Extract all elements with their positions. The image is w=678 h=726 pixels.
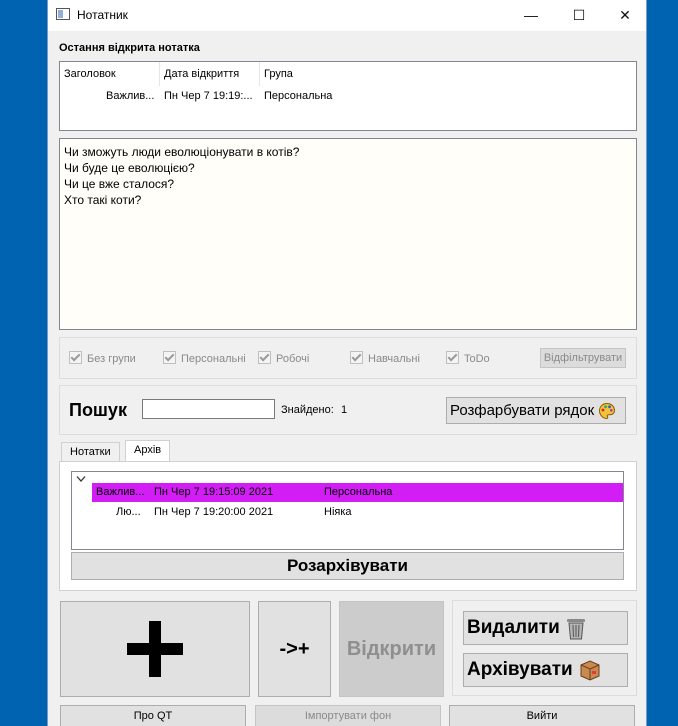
close-button[interactable]: ✕ (602, 0, 646, 31)
notepad-window: Нотатник — ☐ ✕ Остання відкрита нотатка За… (47, 0, 647, 726)
maximize-button[interactable]: ☐ (556, 0, 602, 31)
checkbox-check-icon (163, 351, 176, 364)
checkbox-work[interactable]: Робочі (258, 351, 309, 365)
archive-tab-panel: Важлив... Пн Чер 7 19:15:09 2021 Персона… (59, 461, 637, 591)
checkbox-study[interactable]: Навчальні (350, 351, 420, 365)
group-filter-panel: Без групи Персональні Робочі Навчальні T… (59, 337, 637, 379)
search-label: Пошук (69, 400, 127, 420)
archive-group-cell: Персональна (324, 486, 393, 498)
recent-date-cell[interactable]: Пн Чер 7 19:19:... (164, 88, 253, 104)
checkbox-check-icon (69, 351, 82, 364)
editor-line: Чи це вже сталося? (64, 177, 175, 191)
column-header-group[interactable]: Група (260, 62, 636, 86)
color-row-button[interactable]: Розфарбувати рядок (446, 397, 626, 424)
archive-title-cell: Важлив... (96, 486, 145, 498)
column-header-date[interactable]: Дата відкриття (160, 62, 260, 86)
recent-note-label: Остання відкрита нотатка (59, 42, 200, 54)
archive-tree[interactable]: Важлив... Пн Чер 7 19:15:09 2021 Персона… (71, 471, 624, 550)
found-count: 1 (341, 404, 348, 416)
recent-note-table[interactable]: Заголовок Дата відкриття Група Важлив...… (59, 61, 637, 131)
open-button[interactable]: Відкрити (339, 601, 444, 697)
tab-archive[interactable]: Архів (125, 440, 171, 462)
editor-line: Чи буде це еволюцією? (64, 161, 195, 175)
note-actions-panel: Видалити Архівувати (452, 600, 637, 696)
found-label: Знайдено: (281, 404, 334, 416)
filter-button[interactable]: Відфільтрувати (540, 348, 626, 368)
note-text-editor[interactable]: Чи зможуть люди еволюціонувати в котів? … (59, 138, 637, 330)
editor-line: Хто такі коти? (64, 193, 142, 207)
search-panel: Пошук Знайдено: 1 Розфарбувати рядок (59, 385, 637, 435)
window-title: Нотатник (77, 8, 128, 22)
app-window-icon (56, 8, 70, 20)
box-icon (580, 660, 600, 681)
add-to-button[interactable]: ->+ (258, 601, 331, 697)
delete-button[interactable]: Видалити (463, 611, 628, 645)
tab-notes[interactable]: Нотатки (61, 442, 120, 461)
archive-date-cell: Пн Чер 7 19:20:00 2021 (154, 506, 274, 518)
archive-date-cell: Пн Чер 7 19:15:09 2021 (154, 486, 274, 498)
exit-button[interactable]: Вийти (449, 705, 635, 726)
column-header-title[interactable]: Заголовок (60, 62, 160, 86)
checkbox-todo[interactable]: ToDo (446, 351, 490, 365)
checkbox-check-icon (446, 351, 459, 364)
checkbox-no-group[interactable]: Без групи (69, 351, 136, 365)
palette-icon (599, 403, 616, 420)
title-bar[interactable]: Нотатник — ☐ ✕ (48, 0, 646, 31)
checkbox-personal[interactable]: Персональні (163, 351, 246, 365)
checkbox-check-icon (350, 351, 363, 364)
minimize-button[interactable]: — (508, 0, 554, 31)
recent-group-cell[interactable]: Персональна (264, 88, 332, 104)
archive-group-cell: Ніяка (324, 506, 352, 518)
editor-line: Чи зможуть люди еволюціонувати в котів? (64, 145, 300, 159)
trash-icon (567, 618, 586, 640)
archive-button[interactable]: Архівувати (463, 653, 628, 687)
unarchive-button[interactable]: Розархівувати (71, 552, 624, 580)
archive-row-selected[interactable]: Важлив... Пн Чер 7 19:15:09 2021 Персона… (92, 483, 623, 502)
chevron-down-icon[interactable] (76, 474, 86, 486)
add-note-button[interactable] (60, 601, 250, 697)
checkbox-check-icon (258, 351, 271, 364)
about-qt-button[interactable]: Про QT (60, 705, 246, 726)
plus-icon (127, 621, 183, 677)
import-background-button[interactable]: Імпортувати фон (255, 705, 441, 726)
search-input[interactable] (142, 399, 275, 419)
recent-title-cell[interactable]: Важлив... (106, 88, 154, 104)
archive-title-cell: Лю... (116, 506, 141, 518)
